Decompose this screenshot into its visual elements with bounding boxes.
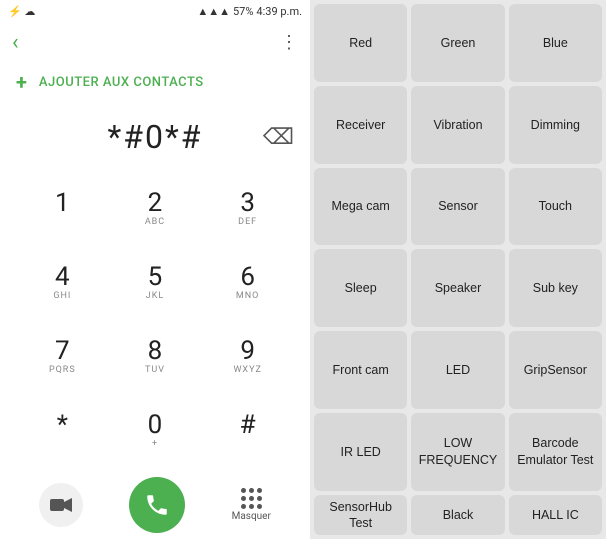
test-btn-barcode-emulator-test[interactable]: Barcode Emulator Test: [509, 413, 602, 491]
test-btn-receiver[interactable]: Receiver: [314, 86, 407, 164]
dial-key-sub-10: +: [152, 439, 158, 449]
status-right: ▲▲▲ 57% 4:39 p.m.: [197, 5, 302, 18]
more-options-button[interactable]: ⋮: [280, 32, 298, 53]
dial-key-sub-1: ABC: [145, 217, 165, 227]
test-btn-sensor[interactable]: Sensor: [411, 168, 504, 246]
signal-icon: ▲▲▲: [197, 5, 230, 18]
backspace-button[interactable]: ⌫: [263, 125, 294, 150]
status-bar: ⚡ ☁ ▲▲▲ 57% 4:39 p.m.: [0, 0, 310, 22]
test-btn-led[interactable]: LED: [411, 331, 504, 409]
add-contact-row[interactable]: + AJOUTER AUX CONTACTS: [0, 62, 310, 102]
test-btn-red[interactable]: Red: [314, 4, 407, 82]
add-contact-label: AJOUTER AUX CONTACTS: [39, 75, 204, 90]
test-btn-gripsensor[interactable]: GripSensor: [509, 331, 602, 409]
dial-key-sub-3: GHI: [53, 291, 71, 301]
dial-key-6[interactable]: 6MNO: [201, 246, 294, 320]
dial-key-main-1: 2: [148, 190, 163, 216]
test-btn-dimming[interactable]: Dimming: [509, 86, 602, 164]
dial-key-main-10: 0: [148, 412, 163, 438]
dial-key-sub-4: JKL: [146, 291, 164, 301]
dial-key-5[interactable]: 5JKL: [109, 246, 202, 320]
notification-icons: ⚡ ☁: [8, 5, 35, 18]
test-btn-sub-key[interactable]: Sub key: [509, 249, 602, 327]
dial-key-0[interactable]: 0+: [109, 393, 202, 467]
test-btn-black[interactable]: Black: [411, 495, 504, 536]
left-panel: ⚡ ☁ ▲▲▲ 57% 4:39 p.m. ‹ ⋮ + AJOUTER AUX …: [0, 0, 310, 539]
masquer-dots-icon: [241, 488, 262, 509]
dial-key-sub-7: TUV: [145, 365, 165, 375]
dial-key-2[interactable]: 2ABC: [109, 172, 202, 246]
test-btn-blue[interactable]: Blue: [509, 4, 602, 82]
top-bar: ‹ ⋮: [0, 22, 310, 62]
call-button[interactable]: [129, 477, 185, 533]
dial-key-main-4: 5: [148, 264, 163, 290]
dialpad: 12ABC3DEF4GHI5JKL6MNO7PQRS8TUV9WXYZ*0+#: [0, 164, 310, 475]
dial-key-main-2: 3: [240, 190, 255, 216]
dial-key-main-5: 6: [240, 264, 255, 290]
video-call-button[interactable]: [39, 483, 83, 527]
test-btn-touch[interactable]: Touch: [509, 168, 602, 246]
dialed-number-area: *#0*# ⌫: [0, 102, 310, 164]
dial-key-8[interactable]: 8TUV: [109, 320, 202, 394]
dial-key-main-3: 4: [55, 264, 70, 290]
dial-key-sub-5: MNO: [236, 291, 259, 301]
masquer-button[interactable]: Masquer: [232, 488, 271, 522]
dial-key-main-7: 8: [148, 338, 163, 364]
masquer-label: Masquer: [232, 511, 271, 522]
test-btn-hall-ic[interactable]: HALL IC: [509, 495, 602, 536]
dial-key-main-8: 9: [240, 338, 255, 364]
test-btn-speaker[interactable]: Speaker: [411, 249, 504, 327]
dialed-number: *#0*#: [20, 118, 290, 156]
right-panel: RedGreenBlue ReceiverVibrationDimming Mega…: [310, 0, 606, 539]
dial-key-7[interactable]: 7PQRS: [16, 320, 109, 394]
dial-key-1[interactable]: 1: [16, 172, 109, 246]
dial-key-9[interactable]: 9WXYZ: [201, 320, 294, 394]
back-button[interactable]: ‹: [12, 30, 19, 55]
test-btn-sleep[interactable]: Sleep: [314, 249, 407, 327]
status-left-icons: ⚡ ☁: [8, 5, 35, 18]
test-btn-vibration[interactable]: Vibration: [411, 86, 504, 164]
bottom-bar: Masquer: [0, 475, 310, 539]
dial-key-*[interactable]: *: [16, 393, 109, 467]
test-btn-green[interactable]: Green: [411, 4, 504, 82]
dial-key-4[interactable]: 4GHI: [16, 246, 109, 320]
dial-key-#[interactable]: #: [201, 393, 294, 467]
test-btn-mega-cam[interactable]: Mega cam: [314, 168, 407, 246]
plus-icon: +: [16, 70, 27, 94]
dial-key-main-6: 7: [55, 338, 70, 364]
test-btn-low-frequency[interactable]: LOW FREQUENCY: [411, 413, 504, 491]
dial-key-main-9: *: [57, 412, 68, 438]
test-btn-ir-led[interactable]: IR LED: [314, 413, 407, 491]
dial-key-sub-2: DEF: [238, 217, 257, 227]
dial-key-main-11: #: [240, 412, 256, 438]
test-btn-sensorhub-test[interactable]: SensorHub Test: [314, 495, 407, 536]
dial-key-sub-8: WXYZ: [233, 365, 261, 375]
time: 4:39 p.m.: [256, 5, 302, 18]
battery-level: 57%: [233, 5, 253, 18]
test-btn-front-cam[interactable]: Front cam: [314, 331, 407, 409]
dial-key-3[interactable]: 3DEF: [201, 172, 294, 246]
dial-key-sub-6: PQRS: [49, 365, 76, 375]
dial-key-main-0: 1: [55, 190, 70, 216]
